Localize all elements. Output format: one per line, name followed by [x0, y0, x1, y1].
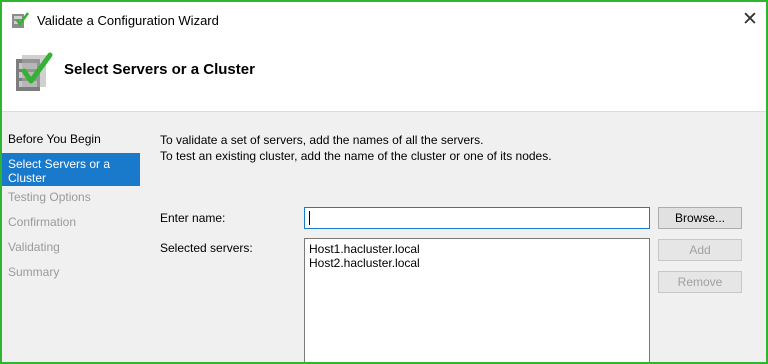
wizard-body: Before You Begin Select Servers or a Clu…	[2, 112, 766, 362]
instruction-line: To test an existing cluster, add the nam…	[160, 149, 552, 163]
title-bar: Validate a Configuration Wizard ✕	[2, 2, 766, 40]
step-navigation: Before You Begin Select Servers or a Clu…	[2, 128, 140, 286]
selected-servers-label: Selected servers:	[160, 241, 253, 255]
nav-item-validating: Validating	[8, 240, 60, 254]
validation-checklist-icon	[16, 52, 53, 91]
list-item[interactable]: Host2.hacluster.local	[309, 256, 645, 270]
instructions: To validate a set of servers, add the na…	[160, 132, 552, 164]
nav-item-summary: Summary	[8, 265, 60, 279]
selected-servers-list[interactable]: Host1.hacluster.local Host2.hacluster.lo…	[304, 238, 650, 362]
nav-item-confirmation: Confirmation	[8, 215, 77, 229]
text-caret	[309, 211, 310, 225]
enter-name-label: Enter name:	[160, 211, 226, 225]
close-icon[interactable]: ✕	[738, 8, 762, 32]
browse-button[interactable]: Browse...	[658, 207, 742, 229]
nav-item-testing-options: Testing Options	[8, 190, 91, 204]
instruction-line: To validate a set of servers, add the na…	[160, 133, 484, 147]
step-content: To validate a set of servers, add the na…	[160, 112, 760, 362]
validation-checklist-icon	[12, 12, 29, 28]
remove-button[interactable]: Remove	[658, 271, 742, 293]
nav-item-before-you-begin[interactable]: Before You Begin	[2, 128, 140, 153]
add-button[interactable]: Add	[658, 239, 742, 261]
wizard-window: Validate a Configuration Wizard ✕ Select…	[0, 0, 768, 364]
server-name-input[interactable]	[304, 207, 650, 229]
nav-item-select-servers[interactable]: Select Servers or a Cluster	[2, 153, 140, 186]
list-item[interactable]: Host1.hacluster.local	[309, 242, 645, 256]
window-title: Validate a Configuration Wizard	[37, 13, 219, 28]
page-title: Select Servers or a Cluster	[64, 61, 255, 78]
wizard-header: Select Servers or a Cluster	[2, 40, 766, 112]
